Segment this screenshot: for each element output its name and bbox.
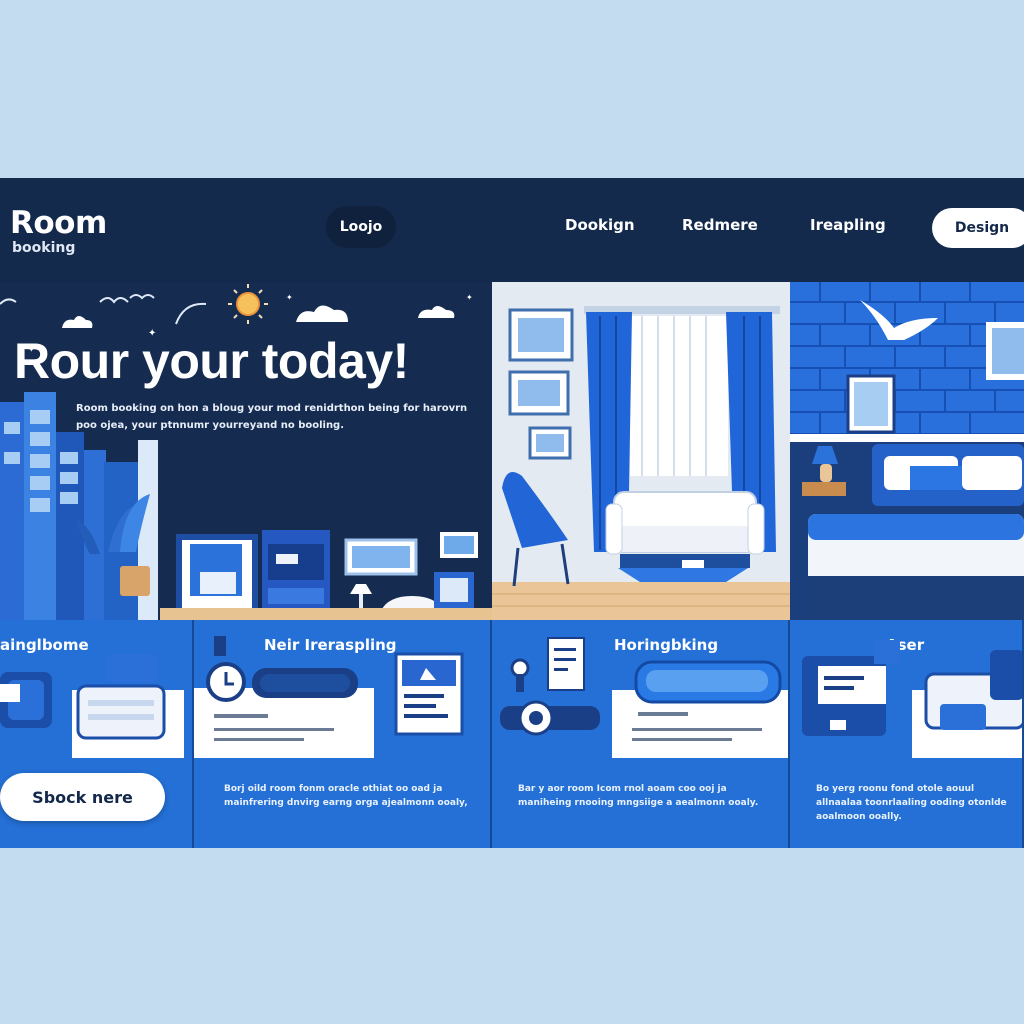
calendar-icon — [547, 637, 585, 691]
bird-icon — [0, 294, 207, 325]
suitcase-icon — [0, 672, 52, 728]
feature-card-3[interactable]: Horingbking — [492, 620, 790, 758]
nav-design-button[interactable]: Design — [932, 208, 1024, 248]
hero-section: ✦ ✦ ✦ ✦ Rour your today! Room booking on… — [0, 282, 492, 620]
info-block-4: Bo yerg roonu fond otole aouul allnaalaa… — [790, 758, 1024, 848]
feature-card-1[interactable]: ainglbome — [0, 620, 194, 758]
bed-icon — [76, 654, 166, 740]
info-text-2: Borj oild room fonm oracle othiat oo oad… — [224, 784, 468, 808]
suitcase-icon — [802, 640, 900, 736]
nav-link-1[interactable]: Dookign — [565, 216, 635, 234]
info-block-2: Borj oild room fonm oracle othiat oo oad… — [194, 758, 492, 848]
svg-text:✦: ✦ — [466, 293, 473, 302]
svg-text:✦: ✦ — [286, 293, 293, 302]
info-text-3: Bar y aor room Icom rnol aoam coo ooj ja… — [518, 784, 759, 808]
map-icon — [394, 652, 464, 736]
clock-icon — [206, 636, 246, 702]
floor — [160, 608, 492, 620]
info-block-3: Bar y aor room Icom rnol aoam coo ooj ja… — [492, 758, 790, 848]
cabinet — [262, 530, 330, 620]
key-icon — [510, 658, 530, 692]
sun-icon — [228, 284, 268, 324]
brand-sub: booking — [12, 240, 76, 256]
door-icon — [176, 534, 258, 618]
feature-card-2[interactable]: Neir Ireraspling — [194, 620, 492, 758]
bed-icon — [808, 514, 1024, 620]
pillow-icon — [252, 668, 358, 698]
brand-logo[interactable]: Room — [10, 205, 107, 241]
room-living-preview[interactable] — [492, 282, 790, 620]
feature-card-4[interactable]: Aser — [790, 620, 1024, 758]
bedroom-illustration — [790, 282, 1024, 620]
room-bedroom-preview[interactable] — [790, 282, 1024, 620]
pillow-icon — [634, 660, 782, 704]
nav-link-2[interactable]: Redmere — [682, 216, 758, 234]
nav-link-3[interactable]: Ireapling — [810, 216, 886, 234]
nav-pill[interactable]: Loojo — [326, 206, 396, 248]
bed-icon — [924, 650, 1022, 730]
hero-description: Room booking on hon a bloug your mod ren… — [76, 403, 468, 431]
app-frame: Room booking Loojo Dookign Redmere Ireap… — [0, 178, 1024, 848]
top-nav: Room booking Loojo Dookign Redmere Ireap… — [0, 178, 1024, 282]
hero-title: Rour your today! — [14, 333, 409, 389]
sofa-icon — [605, 491, 765, 568]
living-room-illustration — [492, 282, 790, 620]
book-now-button[interactable]: Sbock nere — [0, 773, 165, 821]
credit-card-icon — [500, 700, 600, 736]
info-text-4: Bo yerg roonu fond otole aouul allnaalaa… — [816, 784, 1007, 822]
coffee-table — [618, 568, 748, 582]
